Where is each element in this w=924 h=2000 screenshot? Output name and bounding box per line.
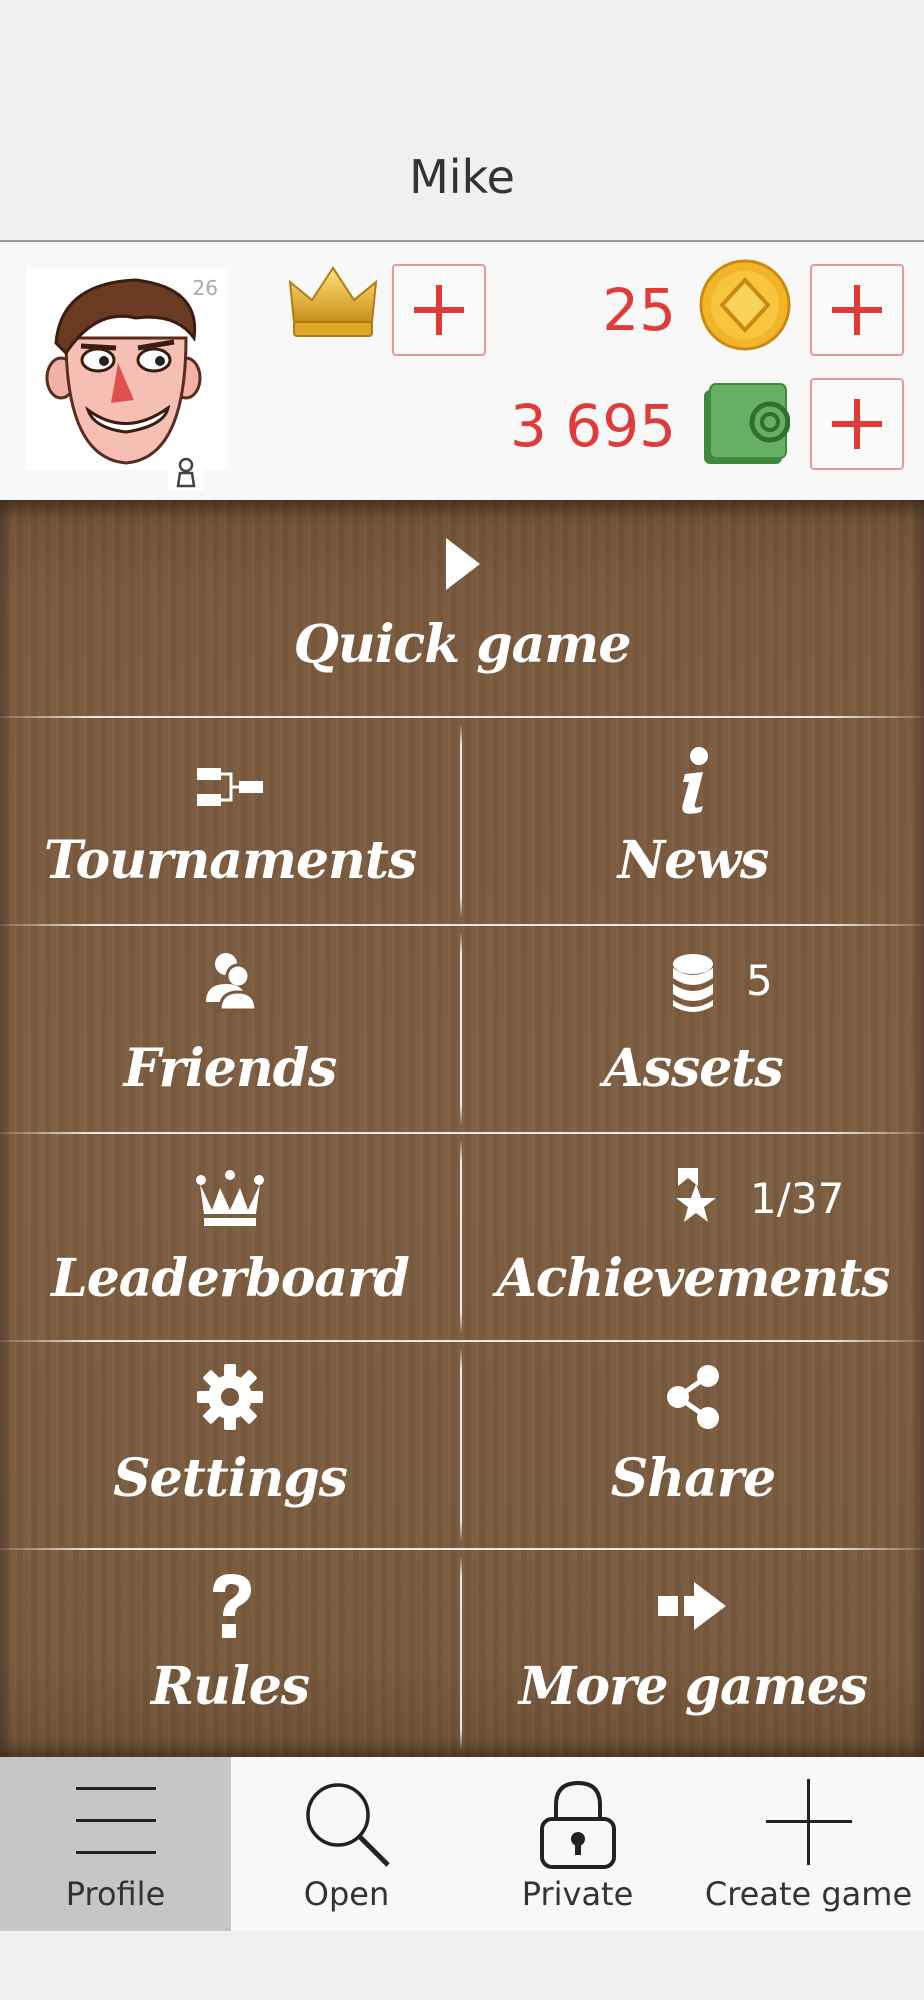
buy-premium-button[interactable] — [392, 264, 486, 356]
profile-bar: 26 25 3 695 — [0, 244, 924, 499]
plus-icon — [765, 1779, 852, 1869]
friends-icon — [202, 950, 258, 1016]
pawn-icon — [168, 454, 204, 490]
news-label: News — [617, 830, 770, 891]
menu-icon — [74, 1779, 158, 1867]
cash-icon — [700, 380, 791, 474]
rules-button[interactable]: Rules — [0, 1550, 460, 1757]
bottom-tab-bar: Profile Open Private Create game — [0, 1757, 924, 1931]
main-menu: Quick game Tournaments News Friends 5 As… — [0, 500, 924, 1757]
news-button[interactable]: News — [462, 718, 924, 924]
achievements-button[interactable]: 1/37 Achievements — [462, 1134, 924, 1340]
crown-icon — [196, 1170, 264, 1232]
assets-count: 5 — [746, 956, 773, 1005]
settings-button[interactable]: Settings — [0, 1342, 460, 1548]
page-title: Mike — [409, 150, 515, 204]
leaderboard-button[interactable]: Leaderboard — [0, 1134, 460, 1340]
tournaments-label: Tournaments — [43, 830, 417, 891]
assets-button[interactable]: 5 Assets — [462, 926, 924, 1132]
premium-crown-icon — [288, 264, 378, 348]
coin-count: 25 — [602, 276, 676, 344]
tab-open[interactable]: Open — [231, 1757, 462, 1931]
tab-label: Private — [521, 1875, 634, 1913]
tab-label: Open — [303, 1875, 390, 1913]
coin-icon — [698, 258, 792, 356]
friends-label: Friends — [123, 1038, 338, 1099]
achievements-label: Achievements — [496, 1248, 890, 1309]
assets-label: Assets — [603, 1038, 783, 1099]
gear-icon — [197, 1364, 263, 1434]
lock-icon — [538, 1779, 618, 1875]
app-header: Mike — [0, 0, 924, 242]
enter-arrow-icon — [658, 1578, 728, 1638]
coins-stack-icon — [671, 952, 715, 1020]
tab-label: Profile — [65, 1875, 166, 1913]
tab-create-game[interactable]: Create game — [693, 1757, 924, 1931]
system-nav-area — [0, 1931, 924, 2000]
avatar[interactable]: 26 — [26, 268, 228, 470]
friends-button[interactable]: Friends — [0, 926, 460, 1132]
more-games-label: More games — [518, 1656, 868, 1717]
tab-profile[interactable]: Profile — [0, 1757, 231, 1931]
level-badge: 26 — [192, 276, 218, 300]
achievements-count: 1/37 — [750, 1174, 845, 1223]
rules-label: Rules — [150, 1656, 310, 1717]
play-icon — [442, 536, 482, 596]
award-icon — [668, 1166, 718, 1232]
info-icon — [673, 746, 713, 820]
tab-label: Create game — [704, 1875, 913, 1913]
quick-game-label: Quick game — [293, 614, 632, 675]
leaderboard-label: Leaderboard — [51, 1248, 410, 1309]
tournaments-button[interactable]: Tournaments — [0, 718, 460, 924]
more-games-button[interactable]: More games — [462, 1550, 924, 1757]
buy-cash-button[interactable] — [810, 378, 904, 470]
cash-count: 3 695 — [509, 392, 676, 460]
share-label: Share — [610, 1448, 777, 1509]
tournament-bracket-icon — [197, 766, 263, 812]
buy-coins-button[interactable] — [810, 264, 904, 356]
settings-label: Settings — [113, 1448, 348, 1509]
quick-game-button[interactable]: Quick game — [0, 500, 924, 716]
question-icon — [205, 1572, 255, 1646]
tab-private[interactable]: Private — [462, 1757, 693, 1931]
share-icon — [664, 1364, 722, 1434]
share-button[interactable]: Share — [462, 1342, 924, 1548]
search-icon — [302, 1779, 392, 1873]
